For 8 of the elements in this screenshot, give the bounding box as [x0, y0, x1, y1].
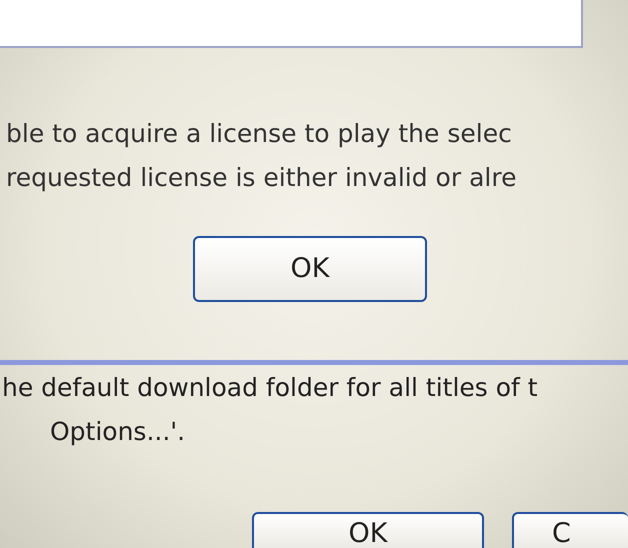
message-text: Options...'.: [49, 416, 186, 448]
message-text: requested license is either invalid or alre: [5, 162, 518, 194]
ok-button[interactable]: OK: [193, 236, 427, 302]
cancel-button[interactable]: C: [512, 512, 628, 548]
message-text: ble to acquire a license to play the selec: [5, 118, 513, 150]
message-text: he default download folder for all titles of t: [1, 372, 539, 404]
ok-button[interactable]: OK: [252, 512, 484, 548]
text-field[interactable]: [0, 0, 583, 48]
